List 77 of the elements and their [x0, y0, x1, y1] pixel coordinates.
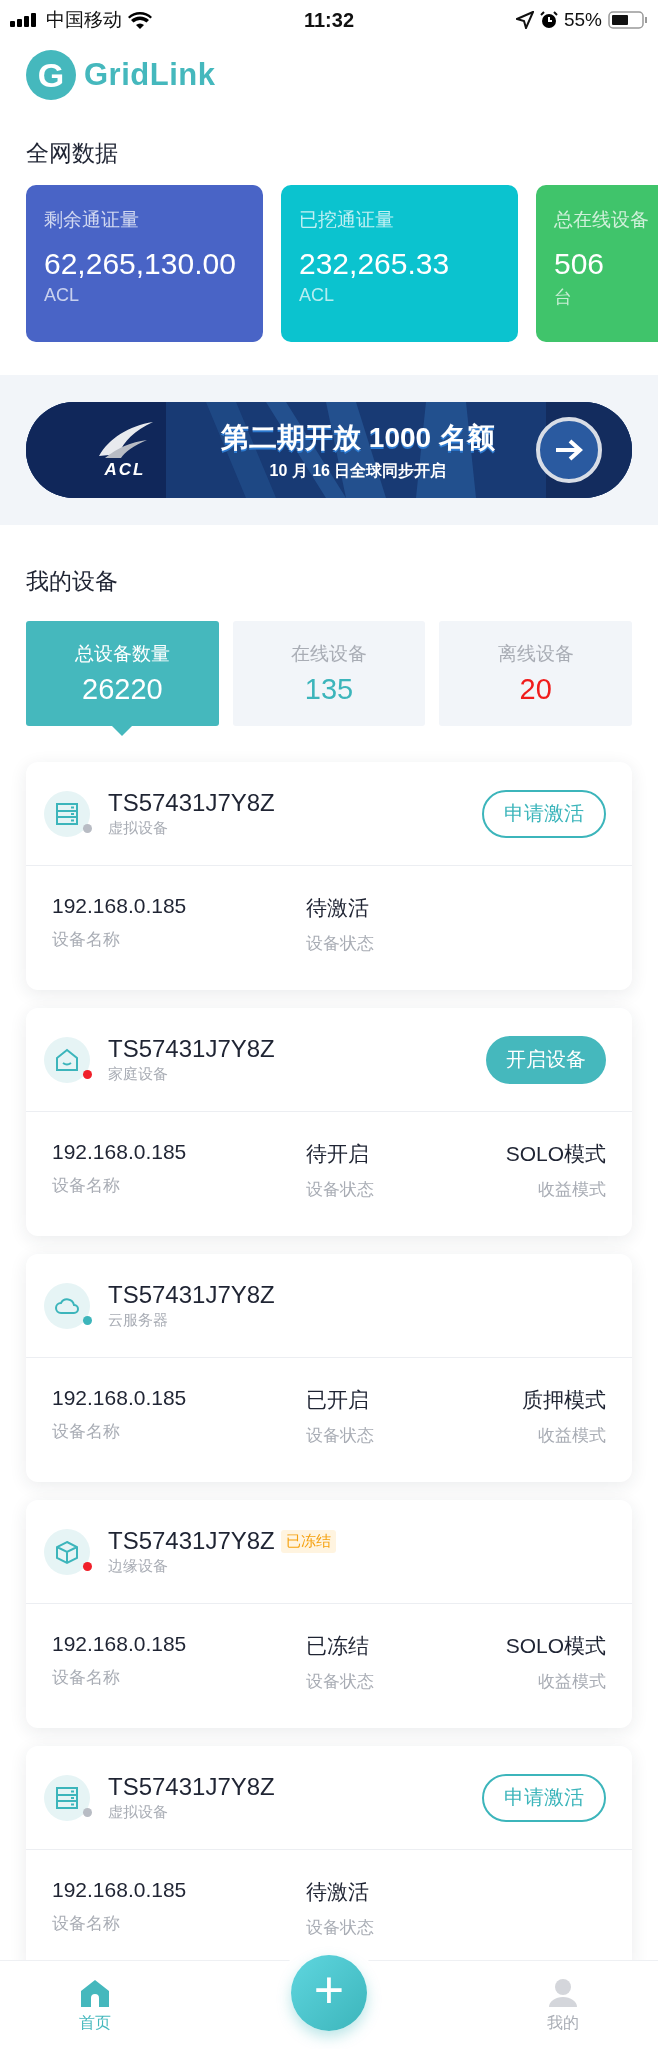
device-id: TS57431J7Y8Z — [108, 1527, 275, 1555]
field-value: SOLO模式 — [505, 1141, 606, 1167]
carrier-name: 中国移动 — [46, 8, 122, 32]
server-icon — [54, 1784, 80, 1811]
field-label: 设备名称 — [52, 1913, 120, 1935]
device-id: TS57431J7Y8Z — [108, 789, 275, 817]
cube-icon — [54, 1538, 80, 1565]
clock-time: 11:32 — [303, 8, 355, 32]
location-icon — [515, 11, 534, 29]
stat-value: 506 — [554, 247, 605, 281]
person-icon — [547, 1976, 579, 2009]
device-type: 边缘设备 — [108, 1557, 169, 1576]
field-value: 192.168.0.185 — [52, 1878, 187, 1902]
device-type: 云服务器 — [108, 1311, 169, 1330]
field-value: SOLO模式 — [505, 1633, 606, 1659]
banner-subtitle: 10 月 16 日全球同步开启 — [269, 460, 447, 481]
wifi-icon — [128, 11, 152, 29]
field-label: 设备名称 — [52, 1667, 120, 1689]
device-id: TS57431J7Y8Z — [108, 1281, 275, 1309]
field-value: 192.168.0.185 — [52, 1140, 187, 1164]
device-type: 虚拟设备 — [108, 1803, 169, 1822]
field-value: 已开启 — [306, 1387, 369, 1413]
device-id: TS57431J7Y8Z — [108, 1035, 275, 1063]
nav-tab[interactable]: 首页 — [60, 1961, 130, 2049]
field-label: 设备状态 — [306, 1917, 374, 1939]
count-value: 135 — [304, 673, 354, 706]
field-label: 设备状态 — [306, 933, 374, 955]
device-type: 虚拟设备 — [108, 819, 169, 838]
brand-name: GridLink — [84, 57, 216, 93]
server-icon — [54, 800, 80, 827]
promo-banner[interactable]: ACL 第二期开放 1000 名额 10 月 16 日全球同步开启 — [26, 402, 632, 498]
stat-value: 62,265,130.00 — [44, 247, 236, 281]
logo-text: ACL — [104, 460, 146, 480]
field-value: 已冻结 — [306, 1633, 369, 1659]
device-type: 家庭设备 — [108, 1065, 169, 1084]
field-label: 设备状态 — [306, 1671, 374, 1693]
field-value: 待激活 — [306, 1879, 369, 1905]
field-label: 设备名称 — [52, 1421, 120, 1443]
house-icon — [54, 1046, 80, 1073]
field-value: 192.168.0.185 — [52, 894, 187, 918]
start-button[interactable]: 开启设备 — [486, 1035, 606, 1084]
field-label: 设备状态 — [306, 1179, 374, 1201]
activate-button[interactable]: 申请激活 — [482, 1773, 606, 1822]
banner-title: 第二期开放 1000 名额 — [221, 420, 495, 455]
stat-label: 总在线设备 — [554, 208, 649, 232]
device-id: TS57431J7Y8Z — [108, 1773, 275, 1801]
stat-label: 已挖通证量 — [299, 208, 394, 232]
field-label: 设备名称 — [52, 1175, 120, 1197]
status-badge: 已冻结 — [280, 1529, 336, 1553]
battery-icon — [608, 11, 648, 29]
filter-tab[interactable]: 在线设备 135 — [232, 621, 426, 726]
stat-unit: ACL — [299, 285, 334, 306]
count-value: 26220 — [82, 673, 163, 706]
count-value: 20 — [519, 673, 552, 706]
stat-unit: ACL — [44, 285, 79, 306]
stat-label: 剩余通证量 — [44, 208, 139, 232]
nav-tab[interactable]: 我的 — [528, 1961, 598, 2049]
field-value: 待激活 — [306, 895, 369, 921]
logo-mark: G — [26, 50, 76, 100]
alarm-icon — [539, 11, 558, 29]
stat-value: 232,265.33 — [299, 247, 450, 281]
field-label: 收益模式 — [538, 1671, 606, 1693]
stat-unit: 台 — [554, 286, 572, 309]
field-label: 设备状态 — [306, 1425, 374, 1447]
field-label: 收益模式 — [538, 1425, 606, 1447]
field-value: 192.168.0.185 — [52, 1632, 187, 1656]
activate-button[interactable]: 申请激活 — [482, 789, 606, 838]
filter-tab[interactable]: 离线设备 20 — [439, 621, 632, 726]
section-title: 我的设备 — [26, 567, 119, 596]
field-value: 待开启 — [306, 1141, 369, 1167]
field-label: 设备名称 — [52, 929, 120, 951]
battery-percent: 55% — [563, 9, 602, 31]
field-label: 收益模式 — [538, 1179, 606, 1201]
arrow-icon — [554, 438, 584, 462]
field-value: 192.168.0.185 — [52, 1386, 187, 1410]
section-title: 全网数据 — [26, 139, 119, 168]
field-value: 质押模式 — [522, 1387, 606, 1413]
